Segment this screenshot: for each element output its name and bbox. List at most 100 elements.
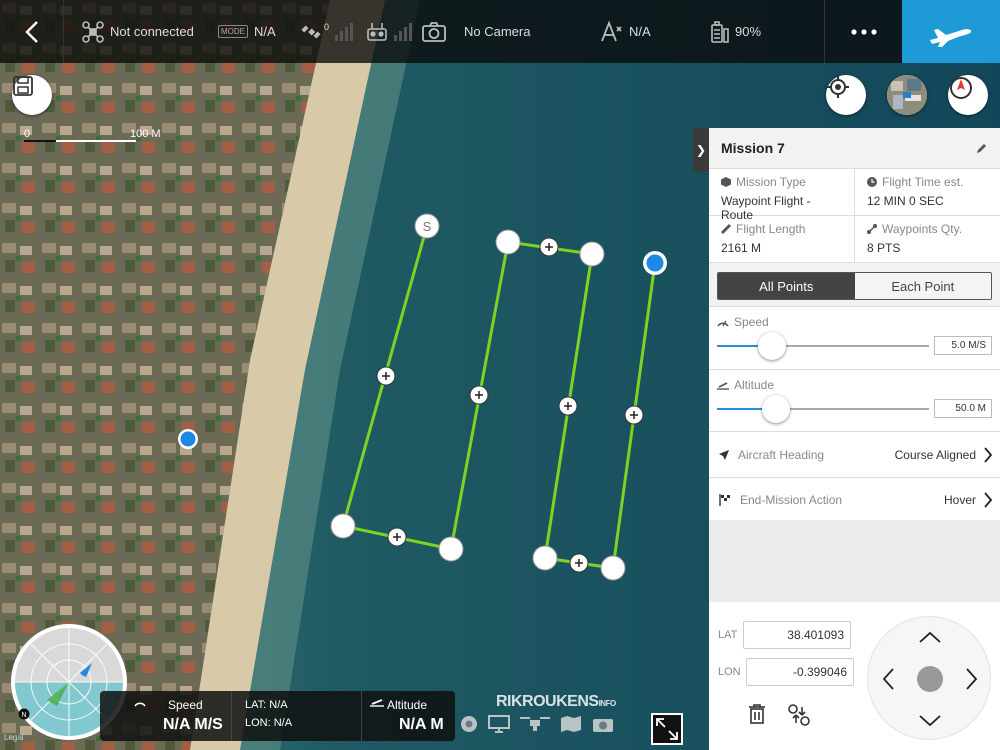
drone-icon [82, 20, 104, 43]
camera-icon [422, 21, 446, 42]
flight-mode-status: MODE N/A [218, 0, 276, 63]
clock-icon [867, 177, 877, 187]
compass-button[interactable] [948, 75, 988, 115]
tab-all-points[interactable]: All Points [718, 273, 855, 299]
swap-waypoints-button[interactable] [787, 703, 811, 732]
aircraft-heading-value: Course Aligned [894, 447, 976, 462]
camera-icon[interactable] [592, 715, 614, 733]
locate-button[interactable] [826, 75, 866, 115]
speed-value-field[interactable]: 5.0 M/S [934, 336, 992, 355]
swap-order-icon [788, 704, 810, 726]
telemetry-altitude-value: N/A M [399, 716, 444, 733]
legal-link[interactable]: Legal [4, 733, 24, 742]
monitor-icon[interactable] [488, 715, 510, 733]
radar-north-label: N [21, 712, 26, 719]
home-point-dot [180, 431, 196, 447]
connection-status: Not connected [82, 0, 194, 63]
more-button[interactable] [824, 0, 902, 63]
save-mission-button[interactable] [12, 75, 52, 115]
flight-time-value: 12 MIN 0 SEC [867, 194, 944, 208]
waypoints-icon [867, 224, 877, 234]
aircraft-heading-row[interactable]: Aircraft Heading Course Aligned [709, 431, 1000, 477]
end-mission-label: End-Mission Action [740, 493, 843, 507]
dpad-center-icon [917, 666, 943, 692]
speed-gauge-icon [134, 702, 146, 707]
drone-icon[interactable] [520, 715, 550, 733]
aircraft-heading-label: Aircraft Heading [738, 447, 825, 462]
mission-panel: ❯ Mission 7 Mission Type Waypoint Flight… [693, 128, 1000, 750]
end-mission-value: Hover [943, 493, 976, 507]
takeoff-plane-icon [930, 28, 972, 47]
lat-input[interactable]: 38.401093 [743, 621, 851, 649]
altitude-icon [370, 699, 384, 707]
heading-arrow-icon [719, 449, 729, 460]
back-chevron-icon [24, 20, 38, 43]
takeoff-button[interactable] [902, 0, 1000, 63]
altitude-slider-handle[interactable] [762, 395, 790, 423]
arrow-left-icon [882, 668, 894, 690]
panel-spacer [709, 520, 1000, 602]
flight-length-cell: Flight Length 2161 M [709, 216, 855, 263]
end-mission-action-row[interactable]: End-Mission Action Hover [709, 477, 1000, 523]
points-segmented-control: All Points Each Point [717, 272, 992, 300]
watermark-suffix: INFO [598, 699, 617, 708]
checkered-flag-icon [719, 494, 730, 506]
telemetry-bar: Speed N/A M/S LAT: N/A LON: N/A Altitude… [100, 691, 455, 741]
waypoints-qty-label: Waypoints Qty. [882, 222, 963, 236]
image-transmission-status: N/A [599, 0, 651, 63]
record-icon[interactable] [460, 715, 478, 733]
map-icon[interactable] [560, 715, 582, 733]
fullscreen-button[interactable] [651, 713, 683, 745]
altitude-slider[interactable] [717, 395, 929, 423]
signal-icon [601, 20, 622, 41]
expand-icon [656, 718, 678, 740]
remote-controller-icon [367, 22, 387, 41]
gps-status: 0 [300, 0, 355, 63]
altitude-label: Altitude [734, 378, 775, 392]
map-scale: 0 100 M [24, 128, 174, 148]
waypoints-qty-value: 8 PTS [867, 241, 901, 255]
flight-length-value: 2161 M [721, 241, 762, 255]
battery-icon [711, 20, 729, 43]
chevron-right-icon [984, 446, 992, 463]
mode-value: N/A [254, 24, 276, 39]
more-icon [850, 28, 877, 35]
cube-icon [721, 177, 731, 187]
delete-waypoint-button[interactable] [747, 703, 767, 730]
arrow-up-icon [919, 631, 941, 643]
tab-each-point[interactable]: Each Point [854, 273, 991, 299]
connection-text: Not connected [110, 24, 194, 39]
satellite-icon [301, 24, 321, 39]
lon-input[interactable]: -0.399046 [746, 658, 854, 686]
mission-type-cell: Mission Type Waypoint Flight - Route [709, 169, 855, 222]
map-thumbnail-icon [887, 75, 927, 115]
watermark: RIKROUKENSINFO [496, 693, 616, 711]
trash-icon [749, 704, 765, 724]
watermark-name: RIKROUKENS [496, 693, 599, 710]
back-button[interactable] [0, 0, 64, 63]
gps-signal-bars-icon [335, 22, 354, 41]
speed-slider[interactable] [717, 332, 929, 360]
points-tabs-bar: All Points Each Point [709, 263, 1000, 307]
telemetry-speed-label: Speed [168, 698, 203, 712]
top-status-bar: Not connected MODE N/A 0 No Camera N/A 9… [0, 0, 1000, 63]
waypoint-start-label: S [423, 219, 432, 234]
speed-label: Speed [734, 315, 769, 329]
camera-text: No Camera [464, 24, 531, 39]
panel-collapse-button[interactable]: ❯ [693, 128, 709, 172]
altitude-value-field[interactable]: 50.0 M [934, 399, 992, 418]
map-type-button[interactable] [887, 75, 927, 115]
crosshair-icon [827, 76, 849, 98]
flight-time-label: Flight Time est. [882, 175, 964, 189]
arrow-right-icon [966, 668, 978, 690]
camera-status: No Camera [422, 0, 530, 63]
speed-slider-handle[interactable] [758, 332, 786, 360]
mission-info-grid: Mission Type Waypoint Flight - Route Fli… [709, 169, 1000, 263]
edit-pencil-icon[interactable] [976, 142, 988, 154]
compass-icon [950, 77, 972, 99]
chevron-right-icon: ❯ [695, 143, 707, 157]
mode-icon: MODE [218, 25, 248, 38]
altitude-icon [717, 382, 729, 390]
telemetry-speed-value: N/A M/S [163, 716, 223, 733]
chevron-right-icon [984, 492, 992, 508]
